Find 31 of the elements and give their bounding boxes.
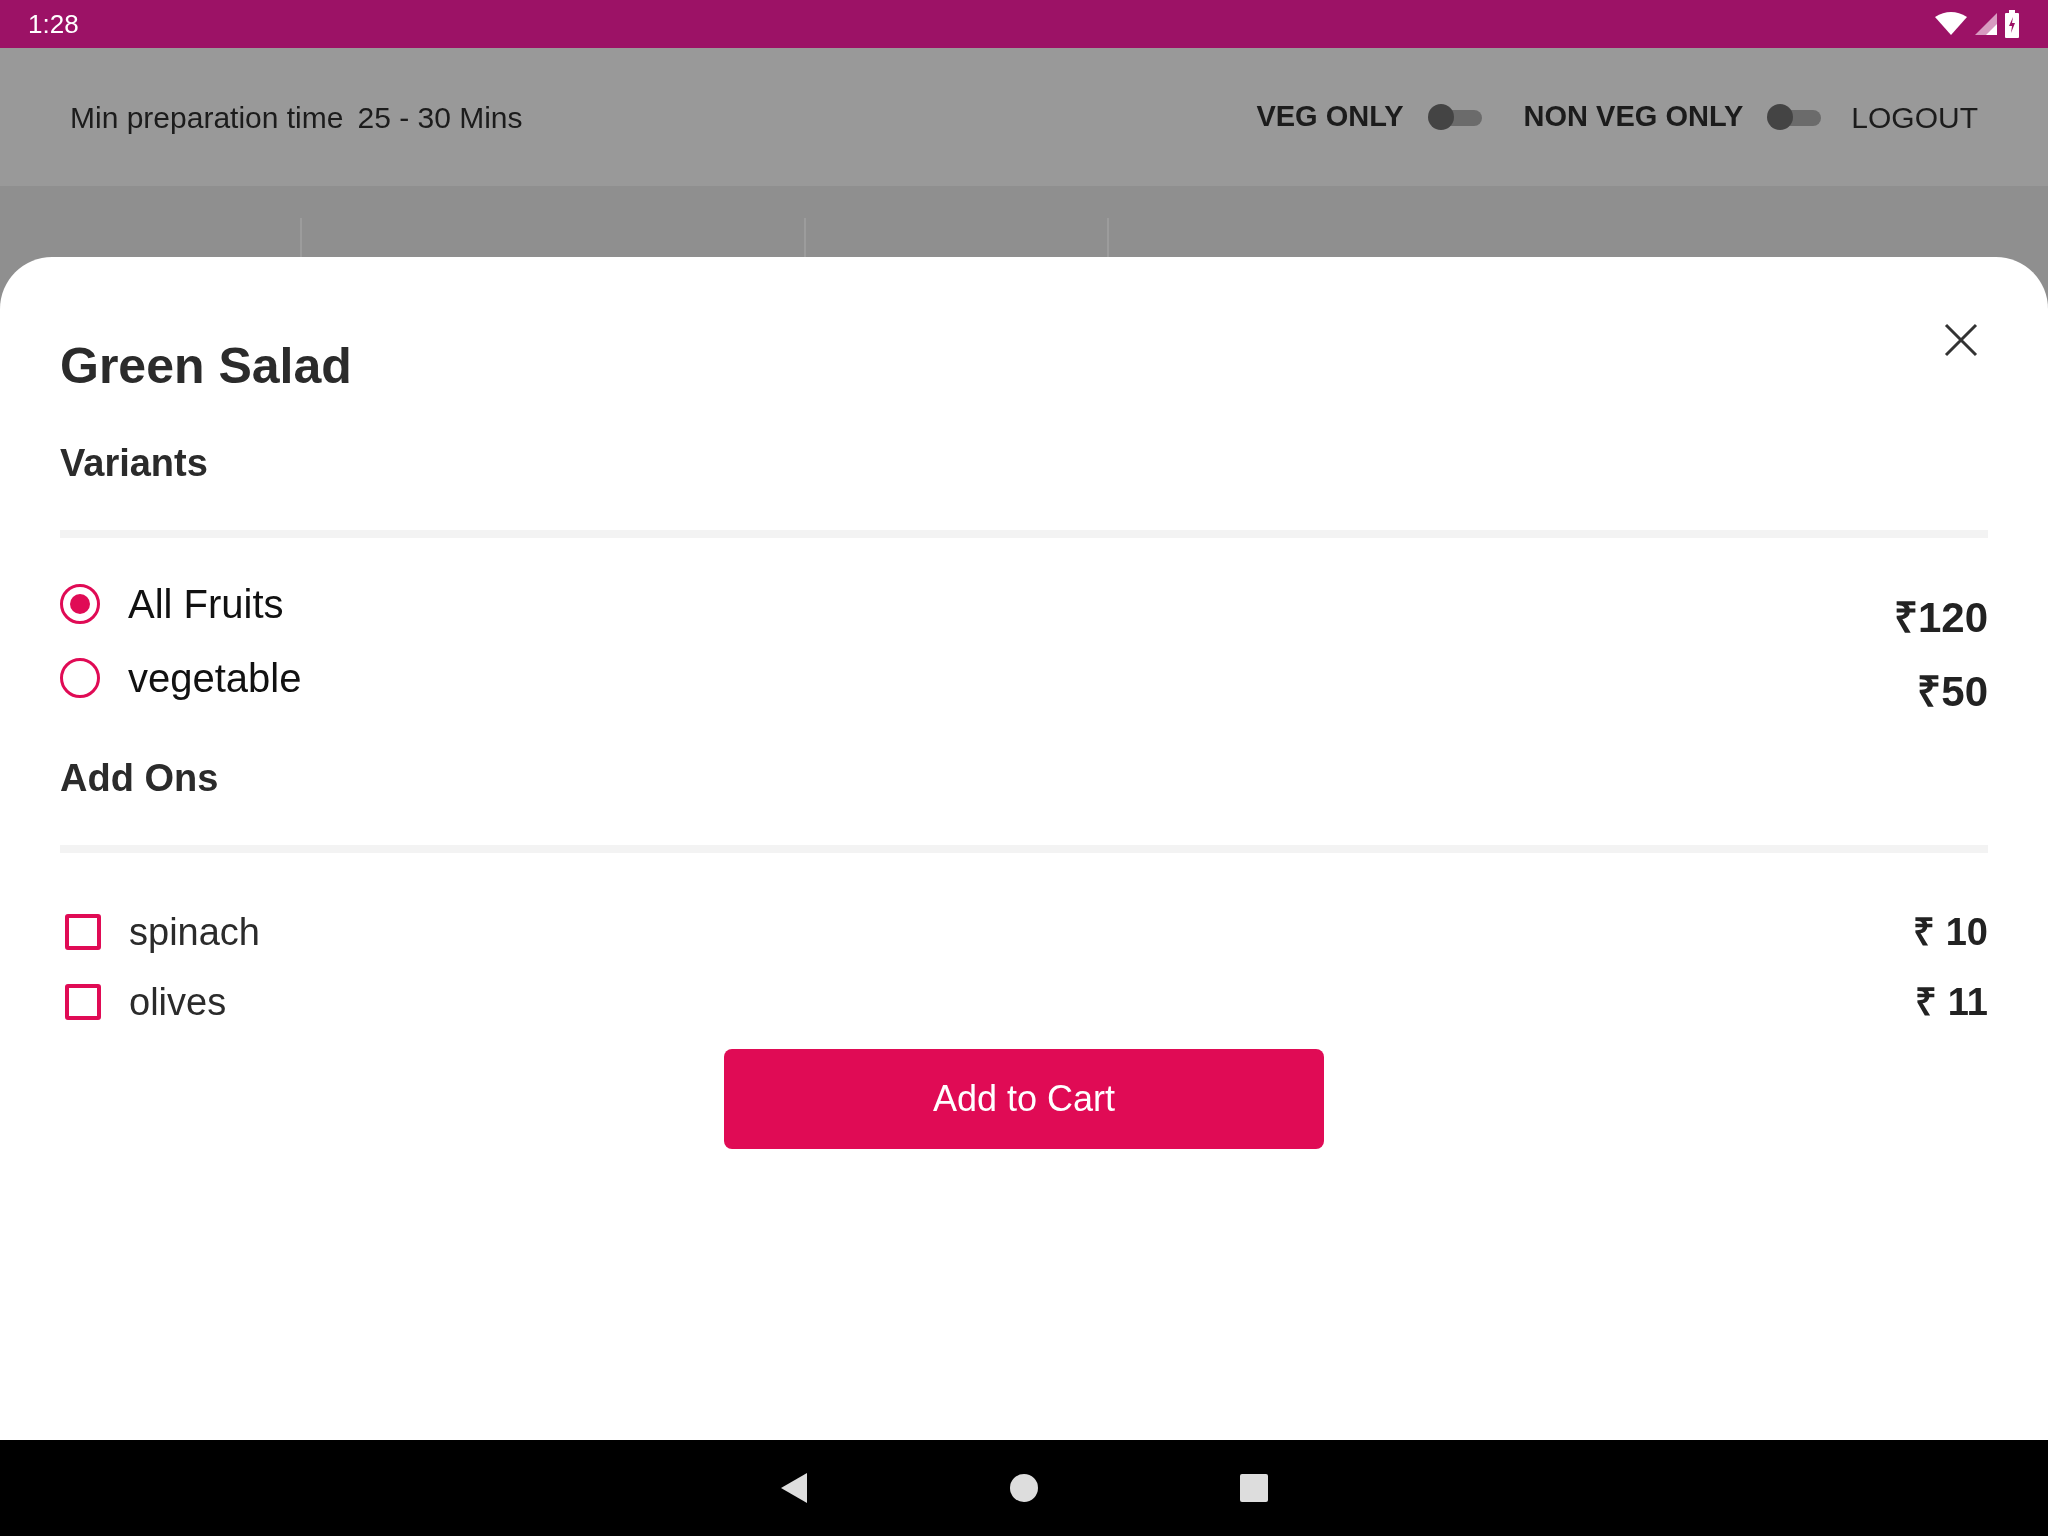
toggle-switch[interactable]: [1427, 103, 1482, 131]
add-to-cart-button[interactable]: Add to Cart: [724, 1049, 1324, 1149]
section-heading: Variants: [60, 441, 209, 486]
price-text: ₹ 10: [1913, 909, 1988, 955]
variant-option[interactable]: vegetable: [60, 648, 302, 708]
filter-label: NON VEG ONLY: [1523, 99, 1744, 135]
variant-option[interactable]: All Fruits: [60, 574, 284, 634]
home-icon[interactable]: [1009, 1473, 1039, 1503]
status-time: 1:28: [28, 7, 79, 41]
wifi-icon: [1934, 12, 1968, 36]
toggle-switch[interactable]: [1767, 103, 1822, 131]
price-text: ₹120: [1893, 593, 1988, 643]
prep-time-label: Min preparation time: [70, 99, 344, 136]
checkbox[interactable]: [65, 914, 101, 950]
checkbox[interactable]: [65, 984, 101, 1020]
signal-icon: [1974, 12, 1998, 36]
price-text: ₹50: [1917, 667, 1988, 717]
item-title: Green Salad: [60, 337, 352, 396]
prep-time-value: 25 - 30 Mins: [357, 99, 523, 136]
back-icon[interactable]: [779, 1471, 809, 1505]
addon-option[interactable]: olives: [60, 973, 227, 1031]
radio-button[interactable]: [60, 658, 100, 698]
recents-icon[interactable]: [1239, 1473, 1269, 1503]
battery-icon: [2004, 10, 2020, 38]
section-heading: Add Ons: [60, 756, 220, 801]
filter-label: VEG ONLY: [1256, 99, 1404, 135]
price-text: ₹ 11: [1915, 979, 1988, 1025]
addon-option[interactable]: spinach: [60, 903, 260, 961]
close-button[interactable]: [1944, 323, 1978, 357]
radio-button[interactable]: [60, 584, 100, 624]
logout-button[interactable]: LOGOUT: [1851, 94, 1978, 140]
